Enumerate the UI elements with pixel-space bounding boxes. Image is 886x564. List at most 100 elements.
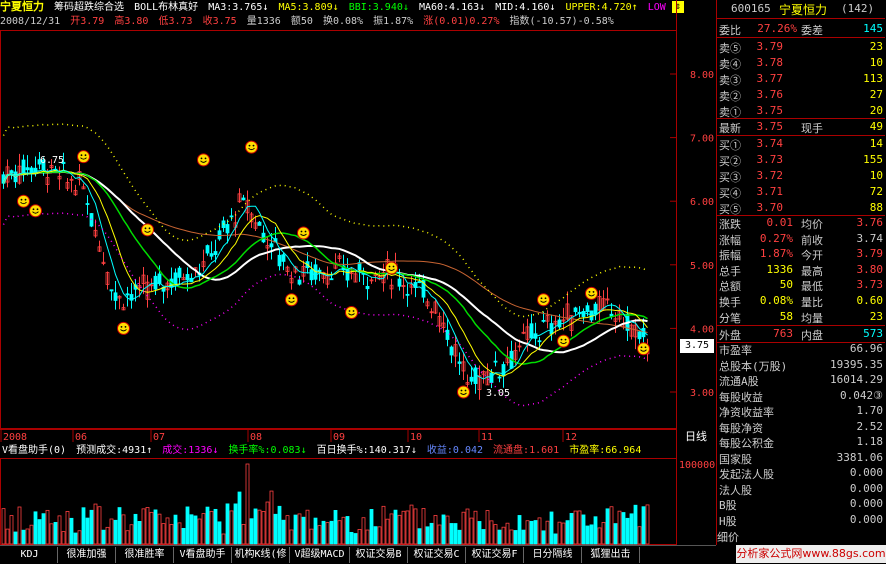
volume-bar: [157, 513, 162, 545]
volume-bar: [433, 515, 438, 545]
fund-label: B股: [719, 499, 737, 512]
stat-label: 量比: [801, 296, 823, 309]
volume-bar: [197, 518, 202, 545]
volume-bar: [365, 529, 370, 545]
volume-bar: [625, 517, 630, 545]
buy-level-volume: 14: [869, 137, 883, 150]
price-chart[interactable]: 8.00 7.00 6.00 5.00 4.00 3.00 2008 06 07 08 09 10 1…: [0, 0, 716, 545]
period-label[interactable]: 日线: [678, 430, 714, 444]
volume-bar: [617, 510, 622, 545]
fund-value: 19395.35: [830, 357, 883, 371]
ad-banner[interactable]: 分析家公式网www.88gs.com: [736, 545, 886, 563]
volume-bar: [189, 514, 194, 545]
stat-label: 前收: [801, 233, 823, 247]
volume-bar: [49, 523, 54, 545]
volume-bar: [29, 524, 34, 545]
fund-value: 0.000: [849, 481, 883, 495]
smiley-icon: [17, 194, 30, 208]
sell-level-volume: 27: [869, 88, 883, 101]
volume-bar: [377, 526, 382, 545]
volume-bar: [585, 525, 590, 545]
tab-9[interactable]: 权证交易F: [466, 547, 524, 563]
tab-2[interactable]: 很准加强: [58, 547, 116, 563]
volume-bar: [381, 505, 386, 545]
candle-body: [637, 331, 642, 340]
volume-bar: [265, 501, 270, 545]
signal-markers: [17, 140, 650, 399]
candles: [1, 151, 650, 400]
tab-1[interactable]: KDJ: [2, 547, 58, 563]
volume-bar: [333, 510, 338, 545]
volume-bar: [125, 530, 130, 545]
volume-bar: [301, 516, 306, 545]
candle-body: [281, 254, 286, 262]
candle-body: [209, 253, 214, 257]
fund-label: 发起法人股: [719, 468, 774, 481]
stat-value: 1336: [766, 262, 794, 276]
volume-bar: [497, 529, 502, 545]
volume-bar: [373, 526, 378, 545]
stat-value: 3.79: [856, 247, 884, 261]
pe-ratio: 市盈率:66.964: [569, 445, 642, 456]
volume-bar: [605, 508, 610, 545]
fund-value: 0.000: [849, 512, 883, 526]
tab-4[interactable]: V看盘助手: [174, 547, 232, 563]
volume-bar: [357, 529, 362, 545]
tab-8[interactable]: 权证交易C: [408, 547, 466, 563]
volume-bar: [449, 523, 454, 545]
time-tick-label: 06: [75, 432, 87, 443]
fund-label: 每股收益: [719, 390, 763, 404]
candle-body: [529, 323, 534, 339]
volume-bar: [57, 515, 62, 545]
candle-body: [29, 167, 34, 173]
volume-bar: [525, 520, 530, 545]
tab-7[interactable]: 权证交易B: [350, 547, 408, 563]
volume-bar: [137, 520, 142, 545]
tab-6[interactable]: V超级MACD: [290, 547, 350, 563]
volume-bar: [613, 523, 618, 545]
volume-bar: [409, 504, 414, 545]
buy-level-price: 3.73: [756, 153, 784, 166]
stat-value: 23: [869, 309, 883, 323]
volume-bar: [93, 503, 98, 545]
volume-bar: [205, 506, 210, 545]
candle-body: [257, 221, 262, 226]
candle-body: [205, 245, 210, 254]
smiley-icon: [585, 286, 598, 300]
candle-body: [541, 319, 546, 322]
volume-bar: [1, 508, 6, 545]
stock-code: 600165: [731, 2, 771, 15]
volume-bar: [353, 533, 358, 545]
tab-11[interactable]: 狐狸出击: [582, 547, 640, 563]
volume-header: V看盘助手(0) 预测成交:4931↑ 成交:1336↓ 换手率%:0.083↓…: [2, 444, 645, 458]
tab-10[interactable]: 日分隔线: [524, 547, 582, 563]
time-tick-label: 08: [250, 432, 262, 443]
indicator-tabs: KDJ 很准加强 很准胜率 V看盘助手 机构K线(修 V超级MACD 权证交易B 权证交易C 权…: [0, 545, 716, 564]
candle-body: [125, 293, 130, 296]
fund-label: 法人股: [719, 483, 752, 497]
tab-5[interactable]: 机构K线(修: [232, 547, 290, 563]
volume-bar: [201, 513, 206, 545]
time-tick-label: 2008: [3, 432, 27, 443]
stat-label: 总手: [719, 264, 741, 278]
smiley-icon: [197, 153, 210, 167]
tab-3[interactable]: 很准胜率: [116, 547, 174, 563]
volume-bar: [193, 515, 198, 545]
divider-top: [717, 18, 885, 19]
volume-bar: [305, 509, 310, 545]
volume-bar: [9, 515, 14, 545]
volume-bar: [121, 514, 126, 545]
weibi-label: 委比: [719, 24, 741, 37]
volume-bar: [129, 524, 134, 545]
latest-label: 最新: [719, 122, 741, 135]
volume-bar: [221, 533, 226, 545]
volume-indicator-name[interactable]: V看盘助手(0): [2, 445, 66, 456]
smiley-icon: [385, 261, 398, 275]
stat-label: 今开: [801, 249, 823, 263]
candle-body: [397, 278, 402, 287]
volume-bar: [13, 531, 18, 545]
sell-level-price: 3.77: [756, 72, 784, 85]
candle-body: [25, 167, 30, 171]
candle-body: [329, 278, 334, 281]
fund-label: 净资收益率: [719, 406, 774, 419]
